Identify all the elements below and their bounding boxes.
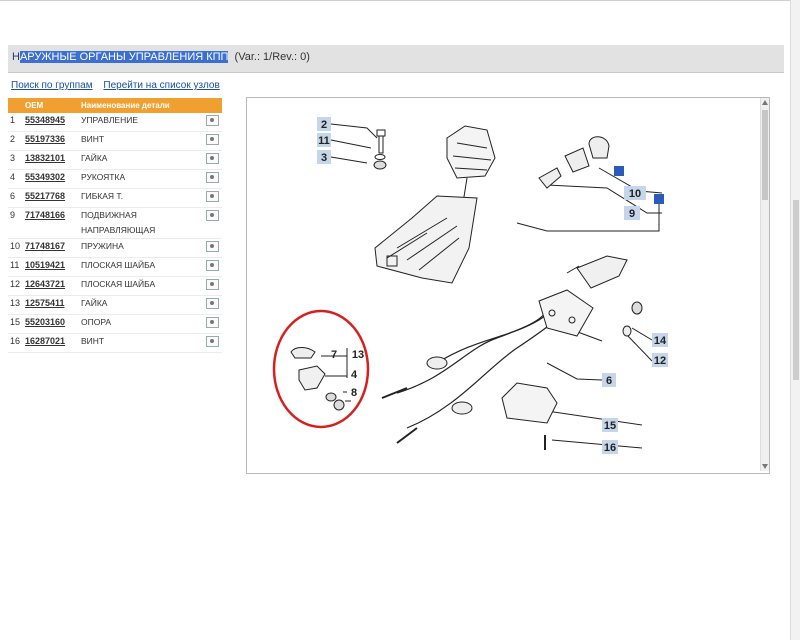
callout-2[interactable]: 2 (321, 119, 327, 131)
table-row: 11 10519421 ПЛОСКАЯ ШАЙБА (8, 257, 222, 277)
table-row: 2 55197336 ВИНТ (8, 131, 222, 151)
table-row: 10 71748167 ПРУЖИНА (8, 238, 222, 258)
view-icon[interactable] (206, 336, 219, 347)
view-icon[interactable] (206, 317, 219, 328)
row-num: 15 (8, 314, 23, 334)
table-row: 13 12575411 ГАЙКА (8, 295, 222, 315)
title-first-letter: Н (12, 51, 20, 63)
callout-11[interactable]: 11 (318, 135, 330, 147)
row-num: 12 (8, 276, 23, 296)
callout-6[interactable]: 6 (606, 375, 612, 387)
callout-14[interactable]: 14 (654, 335, 667, 347)
oem-link[interactable]: 12575411 (23, 295, 79, 315)
row-num: 2 (8, 131, 23, 151)
callout-16[interactable]: 16 (604, 442, 616, 454)
page-title: НАРУЖНЫЕ ОРГАНЫ УПРАВЛЕНИЯ КПП (Var.: 1/… (12, 51, 310, 63)
callout-15[interactable]: 15 (604, 420, 616, 432)
table-row: 16 16287021 ВИНТ (8, 333, 222, 353)
parts-table-header: OEM Наименование детали (8, 98, 222, 113)
table-row: 1 55348945 УПРАВЛЕНИЕ (8, 113, 222, 132)
part-name: ГАЙКА (79, 150, 204, 170)
part-name: ГАЙКА (79, 295, 204, 315)
diagram-scrollbar[interactable] (760, 98, 769, 471)
part-name: ПЛОСКАЯ ШАЙБА (79, 276, 204, 296)
callout-13[interactable]: 13 (352, 349, 364, 361)
part-name: ВИНТ (79, 131, 204, 151)
diagram-scroll-thumb[interactable] (762, 110, 768, 200)
view-icon[interactable] (206, 279, 219, 290)
table-row: 15 55203160 ОПОРА (8, 314, 222, 334)
oem-link[interactable]: 55197336 (23, 131, 79, 151)
go-to-units-link[interactable]: Перейти на список узлов (103, 80, 219, 91)
scroll-down-arrow-icon[interactable] (762, 464, 768, 469)
row-num: 11 (8, 257, 23, 277)
part-name: ПЛОСКАЯ ШАЙБА (79, 257, 204, 277)
oem-link[interactable]: 55349302 (23, 169, 79, 189)
oem-link[interactable]: 55217768 (23, 188, 79, 208)
view-icon[interactable] (206, 241, 219, 252)
part-name: РУКОЯТКА (79, 169, 204, 189)
part-name: ВИНТ (79, 333, 204, 353)
oem-link[interactable]: 55348945 (23, 113, 79, 132)
view-icon[interactable] (206, 134, 219, 145)
callout-9[interactable]: 9 (629, 208, 635, 220)
oem-link[interactable]: 71748167 (23, 238, 79, 258)
col-num-header (8, 98, 23, 113)
callout-8[interactable]: 8 (351, 387, 357, 399)
row-num: 9 (8, 207, 23, 239)
view-icon[interactable] (206, 153, 219, 164)
table-row: 4 55349302 РУКОЯТКА (8, 169, 222, 189)
window-scroll-thumb[interactable] (793, 200, 799, 380)
part-name: УПРАВЛЕНИЕ (79, 113, 204, 132)
callout-4[interactable]: 4 (351, 369, 358, 381)
callout-7[interactable]: 7 (331, 349, 337, 361)
window-scrollbar[interactable] (790, 0, 800, 640)
oem-link[interactable]: 10519421 (23, 257, 79, 277)
parts-table: OEM Наименование детали 1 55348945 УПРАВЛЕ… (8, 98, 222, 353)
row-num: 16 (8, 333, 23, 353)
col-name-header: Наименование детали (79, 98, 222, 113)
row-num: 4 (8, 169, 23, 189)
view-icon[interactable] (206, 298, 219, 309)
window-top-border (0, 0, 800, 1)
oem-link[interactable]: 71748166 (23, 207, 79, 239)
oem-link[interactable]: 55203160 (23, 314, 79, 334)
callout-12[interactable]: 12 (654, 355, 666, 367)
part-name: ГИБКАЯ Т. (79, 188, 204, 208)
oem-link[interactable]: 12643721 (23, 276, 79, 296)
parts-diagram-viewer[interactable]: 2 11 3 10 9 7 13 4 8 14 12 6 15 16 (246, 97, 770, 474)
view-icon[interactable] (206, 191, 219, 202)
nav-links: Поиск по группам Перейти на список узлов (11, 80, 228, 91)
search-by-groups-link[interactable]: Поиск по группам (11, 80, 93, 91)
row-num: 3 (8, 150, 23, 170)
title-bar: НАРУЖНЫЕ ОРГАНЫ УПРАВЛЕНИЯ КПП (Var.: 1/… (8, 45, 784, 73)
table-row: 9 71748166 ПОДВИЖНАЯ НАПРАВЛЯЮЩАЯ (8, 207, 222, 239)
row-num: 13 (8, 295, 23, 315)
row-num: 6 (8, 188, 23, 208)
table-row: 12 12643721 ПЛОСКАЯ ШАЙБА (8, 276, 222, 296)
blue-marker (654, 194, 664, 204)
table-row: 6 55217768 ГИБКАЯ Т. (8, 188, 222, 208)
title-variant-revision: (Var.: 1/Rev.: 0) (234, 51, 310, 63)
col-oem-header: OEM (23, 98, 79, 113)
view-icon[interactable] (206, 260, 219, 271)
callout-3[interactable]: 3 (321, 152, 327, 164)
title-selected-text[interactable]: АРУЖНЫЕ ОРГАНЫ УПРАВЛЕНИЯ КПП (19, 51, 229, 63)
oem-link[interactable]: 13832101 (23, 150, 79, 170)
part-name: ОПОРА (79, 314, 204, 334)
view-icon[interactable] (206, 210, 219, 221)
row-num: 1 (8, 113, 23, 132)
view-icon[interactable] (206, 172, 219, 183)
parts-diagram: 2 11 3 10 9 7 13 4 8 14 12 6 15 16 (272, 117, 668, 454)
callout-10[interactable]: 10 (629, 188, 641, 200)
row-num: 10 (8, 238, 23, 258)
blue-marker (614, 166, 624, 176)
view-icon[interactable] (206, 115, 219, 126)
scroll-up-arrow-icon[interactable] (762, 100, 768, 105)
part-name: ПРУЖИНА (79, 238, 204, 258)
part-name: ПОДВИЖНАЯ НАПРАВЛЯЮЩАЯ (79, 207, 204, 239)
table-row: 3 13832101 ГАЙКА (8, 150, 222, 170)
oem-link[interactable]: 16287021 (23, 333, 79, 353)
